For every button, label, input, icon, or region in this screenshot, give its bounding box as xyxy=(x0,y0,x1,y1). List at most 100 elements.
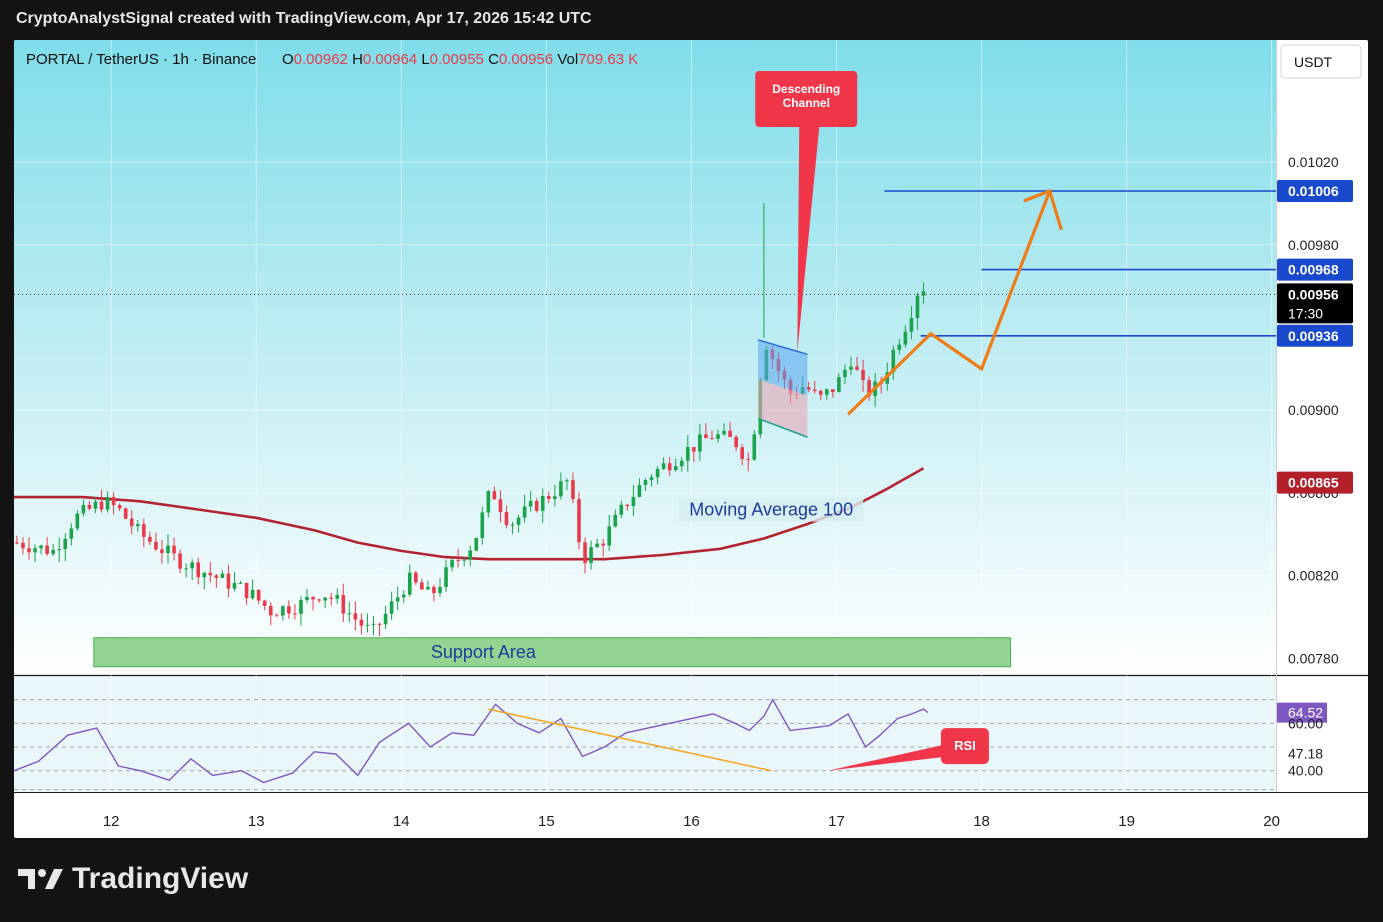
candle-body xyxy=(692,447,696,452)
candle-body xyxy=(63,538,68,550)
candle-body xyxy=(69,528,74,539)
candle-body xyxy=(359,619,364,626)
candle-body xyxy=(287,606,291,614)
candle-body xyxy=(166,545,170,554)
ohlc-value: C xyxy=(488,51,499,68)
candle-body xyxy=(244,582,249,599)
candle-body xyxy=(438,587,442,594)
tradingview-logo-icon xyxy=(18,869,63,889)
candle-body xyxy=(281,606,285,616)
ohlc-value: L xyxy=(421,51,429,68)
candle-body xyxy=(335,594,340,599)
price-label-value: 0.00968 xyxy=(1288,262,1339,278)
price-label-value: 0.00865 xyxy=(1288,475,1339,491)
candle-body xyxy=(184,568,188,570)
candle-body xyxy=(818,390,823,395)
candle-body xyxy=(540,495,545,511)
bar-countdown: 17:30 xyxy=(1288,305,1323,321)
candle-body xyxy=(383,613,388,625)
candle-body xyxy=(172,545,176,554)
candle-body xyxy=(504,512,509,526)
candle-body xyxy=(407,572,412,595)
candle-body xyxy=(740,447,744,459)
candle-body xyxy=(679,460,684,467)
candle-body xyxy=(565,480,569,482)
candle-body xyxy=(268,605,273,616)
candle-body xyxy=(220,573,225,578)
candle-body xyxy=(613,514,618,527)
candle-body xyxy=(160,549,164,554)
candle-body xyxy=(921,291,926,296)
time-tick-label: 13 xyxy=(248,813,265,830)
candle-body xyxy=(293,613,297,615)
candle-body xyxy=(728,430,732,437)
candle-body xyxy=(855,366,859,370)
currency-button-label: USDT xyxy=(1294,54,1333,70)
candle-body xyxy=(903,331,908,345)
candle-body xyxy=(250,589,255,599)
candle-body xyxy=(909,318,914,332)
candle-body xyxy=(414,572,418,583)
time-tick-label: 19 xyxy=(1118,813,1135,830)
candle-body xyxy=(57,549,62,551)
price-tick-label: 0.00780 xyxy=(1288,650,1339,666)
candle-body xyxy=(33,548,37,553)
candle-body xyxy=(317,599,321,601)
candle-body xyxy=(643,480,648,485)
candle-body xyxy=(655,468,660,478)
candle-body xyxy=(486,491,491,513)
candle-body xyxy=(15,542,19,544)
candle-body xyxy=(667,463,672,471)
candle-body xyxy=(208,572,213,576)
candle-body xyxy=(154,541,158,550)
candle-body xyxy=(589,547,593,564)
price-pane-background xyxy=(14,40,1276,675)
time-tick-label: 16 xyxy=(683,813,700,830)
candle-body xyxy=(135,524,140,527)
chart-legend-symbol: PORTAL / TetherUS · 1h · Binance xyxy=(26,51,256,68)
candle-body xyxy=(849,366,853,370)
candle-body xyxy=(450,559,454,568)
ohlc-values: O0.00962 H0.00964 L0.00955 C0.00956 Vol7… xyxy=(282,51,638,68)
candle-body xyxy=(510,524,515,526)
candle-body xyxy=(81,504,86,514)
candle-body xyxy=(93,501,98,509)
currency-button[interactable]: USDT xyxy=(1280,44,1362,79)
candle-body xyxy=(256,589,261,601)
candle-body xyxy=(123,508,128,519)
candle-body xyxy=(129,518,134,527)
candle-body xyxy=(389,601,394,614)
candle-body xyxy=(105,496,110,510)
candle-body xyxy=(111,496,116,506)
candle-body xyxy=(716,434,720,439)
price-tick-label: 0.00820 xyxy=(1288,568,1339,584)
candle-body xyxy=(401,594,406,598)
rsi-tick-label: 40.00 xyxy=(1288,763,1323,779)
candle-body xyxy=(117,505,122,509)
price-tick-label: 0.01020 xyxy=(1288,154,1339,170)
rsi-pane-background xyxy=(14,676,1276,792)
time-tick-label: 14 xyxy=(393,813,410,830)
rsi-tick-label: 60.00 xyxy=(1288,715,1323,731)
candle-body xyxy=(311,596,315,600)
candle-body xyxy=(323,597,327,601)
candle-body xyxy=(601,543,605,546)
descending-channel-label: Descending xyxy=(772,82,840,96)
candle-body xyxy=(631,496,636,507)
ohlc-value: H xyxy=(352,51,363,68)
ohlc-value: 0.00964 xyxy=(363,51,417,68)
chart-frame[interactable]: Support Area Moving Average 100 Descendi… xyxy=(14,40,1368,838)
candle-body xyxy=(559,481,563,497)
descending-channel-label: Channel xyxy=(783,96,830,110)
candle-body xyxy=(39,545,43,549)
price-label-value: 0.00956 xyxy=(1288,286,1339,302)
candle-body xyxy=(274,615,279,617)
candle-body xyxy=(45,545,49,554)
candle-body xyxy=(395,597,400,602)
candle-body xyxy=(238,582,243,584)
candle-body xyxy=(353,613,358,620)
candle-body xyxy=(420,582,424,590)
price-chart[interactable]: Support Area Moving Average 100 Descendi… xyxy=(14,40,1368,838)
candle-body xyxy=(897,344,902,350)
candle-body xyxy=(196,562,201,578)
